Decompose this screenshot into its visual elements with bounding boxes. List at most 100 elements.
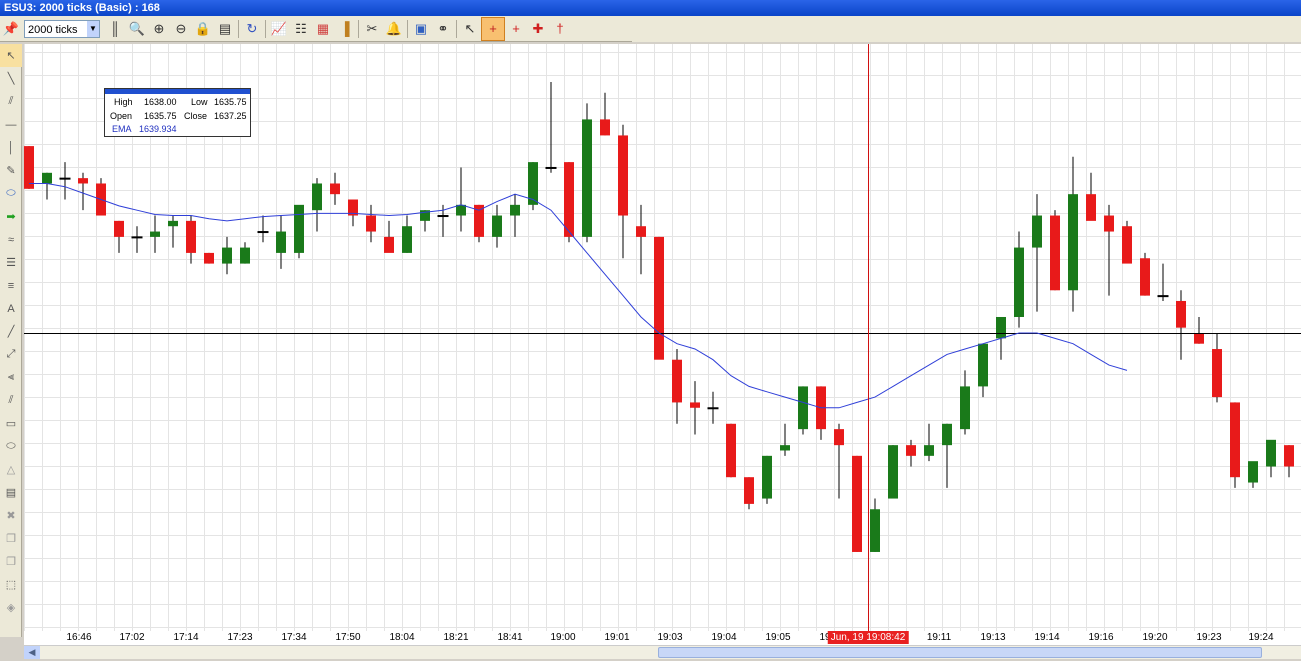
time-label: 18:41: [497, 632, 523, 643]
low-value: 1635.75: [214, 97, 247, 107]
move-icon[interactable]: †: [549, 18, 571, 40]
candle-body: [1248, 461, 1258, 483]
candle-body: [1194, 333, 1204, 344]
circle-icon[interactable]: ⬭: [0, 435, 22, 458]
candle-body: [636, 226, 646, 237]
fib-ext-icon[interactable]: ≡: [0, 274, 22, 297]
candle-body: [564, 162, 574, 237]
ema-value: 1639.934: [139, 124, 177, 134]
candle-body: [257, 231, 269, 234]
candle-body: [222, 247, 232, 264]
candle-body: [654, 236, 664, 360]
candle-body: [942, 423, 952, 446]
text-a-icon[interactable]: A: [0, 297, 22, 320]
chevron-down-icon[interactable]: ▼: [87, 20, 99, 37]
pointer-icon[interactable]: ↖: [459, 18, 481, 40]
time-label: 19:14: [1034, 632, 1060, 643]
candle-body: [42, 172, 52, 184]
candle-body: [744, 477, 754, 504]
toolbar-separator: [456, 19, 457, 38]
candle-body: [114, 220, 124, 237]
vline-icon[interactable]: │: [0, 136, 22, 159]
time-label: 17:02: [119, 632, 145, 643]
candle-body: [276, 231, 286, 253]
paste-icon[interactable]: ❐: [0, 550, 22, 573]
gann-icon[interactable]: ⤢: [0, 343, 22, 366]
rectangle-icon[interactable]: ▭: [0, 412, 22, 435]
candle-body: [707, 407, 719, 410]
properties-icon[interactable]: ▤: [214, 18, 236, 40]
channel-icon[interactable]: ≈: [0, 228, 22, 251]
drawing-icon[interactable]: ✂: [361, 18, 383, 40]
low-label: Low: [191, 97, 208, 107]
candle-body: [852, 455, 862, 552]
data-box-icon[interactable]: ▦: [312, 18, 334, 40]
scrollbar-thumb[interactable]: [658, 647, 1262, 658]
candle-body: [294, 204, 304, 253]
toolbar-separator: [358, 19, 359, 38]
calendar-icon[interactable]: ▤: [0, 481, 22, 504]
candle-body: [1140, 258, 1150, 296]
alert-icon[interactable]: 🔔: [383, 18, 405, 40]
candle-body: [780, 445, 790, 451]
candle-body: [330, 183, 340, 195]
volume-icon[interactable]: ▐: [334, 18, 356, 40]
time-label: 17:23: [227, 632, 253, 643]
candle-body: [78, 178, 88, 184]
triangle-icon[interactable]: △: [0, 458, 22, 481]
candle-body: [384, 236, 394, 253]
pitchfork-icon[interactable]: ╱: [0, 320, 22, 343]
candle-body: [1014, 247, 1024, 317]
time-label: 18:21: [443, 632, 469, 643]
global-crosshair-icon[interactable]: +: [505, 18, 527, 40]
fib-icon[interactable]: ☰: [0, 251, 22, 274]
copy-icon[interactable]: ❐: [0, 527, 22, 550]
time-label: 19:16: [1088, 632, 1114, 643]
candle-body: [545, 166, 557, 169]
horizontal-scrollbar[interactable]: ◀: [24, 645, 1301, 659]
ray-icon[interactable]: ⫽: [0, 90, 22, 113]
time-label: 18:04: [389, 632, 415, 643]
refresh-icon[interactable]: ↻: [241, 18, 263, 40]
chart-trader-icon[interactable]: ▣: [410, 18, 432, 40]
candle-body: [1050, 215, 1060, 291]
line-icon[interactable]: ╲: [0, 67, 22, 90]
candle-body: [312, 183, 322, 211]
candle-body: [1176, 300, 1186, 328]
scroll-left-icon[interactable]: ◀: [24, 646, 40, 659]
crosshair-icon[interactable]: +: [481, 16, 505, 41]
candle-body: [150, 231, 160, 237]
indicators-icon[interactable]: 📈: [268, 18, 290, 40]
ellipse-icon[interactable]: ⬭: [0, 182, 22, 205]
select-icon[interactable]: ⬚: [0, 573, 22, 596]
bar-style-icon[interactable]: ║: [104, 18, 126, 40]
open-value: 1635.75: [144, 111, 177, 121]
candle-body: [456, 204, 466, 216]
strategy-icon[interactable]: ☷: [290, 18, 312, 40]
fan-icon[interactable]: ⫷: [0, 366, 22, 389]
zoom-icon[interactable]: 🔍: [126, 18, 148, 40]
pin-icon[interactable]: 📌: [0, 18, 22, 40]
candle-body: [240, 247, 250, 264]
high-label: High: [114, 97, 133, 107]
zoom-in-icon[interactable]: ⊕: [148, 18, 170, 40]
hline-icon[interactable]: —: [0, 113, 22, 136]
arrow-icon[interactable]: ➡: [0, 205, 22, 228]
candle-body: [1032, 215, 1042, 248]
toolbar-filler: [632, 16, 1301, 42]
lock-icon[interactable]: 🔒: [192, 18, 214, 40]
crosshair-star-icon[interactable]: ✚: [527, 18, 549, 40]
delete-icon[interactable]: ✖: [0, 504, 22, 527]
regression-icon[interactable]: ⫽: [0, 389, 22, 412]
hide-icon[interactable]: ◈: [0, 596, 22, 619]
zoom-out-icon[interactable]: ⊖: [170, 18, 192, 40]
window-title: ESU3: 2000 ticks (Basic) : 168: [0, 0, 1301, 16]
candle-body: [582, 119, 592, 237]
candle-body: [59, 177, 71, 180]
candle-body: [1122, 226, 1132, 264]
text-icon[interactable]: ✎: [0, 159, 22, 182]
link-icon[interactable]: ⚭: [432, 18, 454, 40]
timeframe-select[interactable]: 2000 ticks ▼: [24, 19, 100, 38]
pointer-icon[interactable]: ↖: [0, 44, 22, 67]
candle-body: [906, 445, 916, 456]
